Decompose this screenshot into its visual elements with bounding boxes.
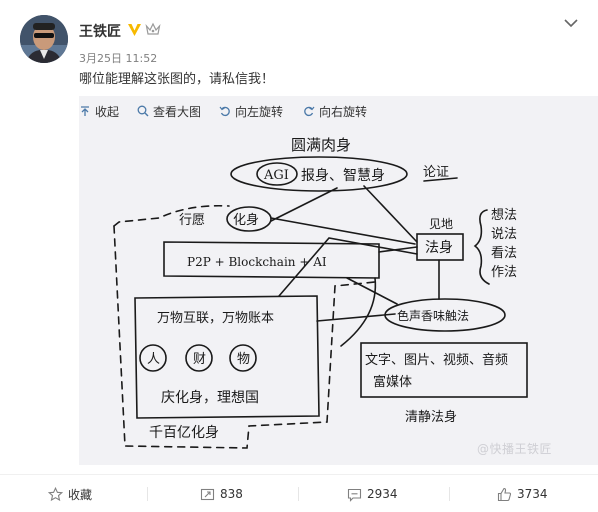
star-icon xyxy=(48,486,63,501)
favorite-button[interactable]: 收藏 xyxy=(48,475,92,512)
comment-count: 2934 xyxy=(367,487,398,501)
repost-button[interactable]: 838 xyxy=(200,475,243,512)
sketch-media: 文字、图片、视频、音频 xyxy=(365,352,508,368)
comment-icon xyxy=(347,488,362,502)
sketch-media-2: 富媒体 xyxy=(373,374,412,390)
sketch-wu: 物 xyxy=(237,352,250,367)
search-icon xyxy=(137,105,149,117)
sketch-cai: 财 xyxy=(193,352,206,367)
sketch-list-3: 看法 xyxy=(491,245,517,261)
sketch-p2p: P2P + Blockchain + AI xyxy=(187,255,327,269)
sketch-qianbai: 千百亿化身 xyxy=(149,425,219,441)
rotate-right-icon xyxy=(304,106,315,117)
sketch-wanwu: 万物互联，万物账本 xyxy=(157,311,274,326)
verified-badge-icon xyxy=(128,24,141,36)
rotate-left-button[interactable]: 向左旋转 xyxy=(219,96,283,126)
rotate-right-button[interactable]: 向右旋转 xyxy=(303,96,367,126)
rotate-right-label: 向右旋转 xyxy=(319,104,368,119)
divider xyxy=(298,487,299,501)
post-text: 哪位能理解这张图的，请私信我！ xyxy=(79,72,275,87)
sketch-xingyin: 行愿 xyxy=(179,213,205,228)
sketch-top-title: 圆满肉身 xyxy=(291,136,351,154)
sketch-agi: AGI xyxy=(263,168,289,183)
view-large-label: 查看大图 xyxy=(153,104,202,119)
repost-icon xyxy=(200,488,215,500)
chevron-down-icon[interactable] xyxy=(562,14,580,32)
sketch-qingjing: 清静法身 xyxy=(405,409,457,425)
comment-button[interactable]: 2934 xyxy=(347,475,398,512)
weibo-post: 王铁匠 3月25日 11:52 哪位能理解这张图的，请私信我！ 收起 查看大图 xyxy=(0,0,598,512)
sketch-ideal: 庆化身，理想国 xyxy=(161,390,259,406)
collapse-icon xyxy=(81,106,89,116)
media-toolbar: 收起 查看大图 向左旋转 向右旋转 xyxy=(79,96,598,126)
sketch-fashen: 法身 xyxy=(425,240,453,256)
view-large-button[interactable]: 查看大图 xyxy=(137,96,201,126)
sketch-huashen: 化身 xyxy=(233,212,259,228)
action-bar: 收藏 838 2934 3734 xyxy=(0,474,598,512)
divider xyxy=(147,487,148,501)
sketch-list-2: 说法 xyxy=(491,227,517,242)
post-time[interactable]: 3月25日 11:52 xyxy=(79,50,157,66)
collapse-label: 收起 xyxy=(95,104,120,119)
sketch-verify: 论证 xyxy=(423,165,449,180)
rotate-left-label: 向左旋转 xyxy=(235,104,284,119)
username[interactable]: 王铁匠 xyxy=(79,21,121,41)
rotate-left-icon xyxy=(219,106,230,117)
divider xyxy=(449,487,450,501)
avatar[interactable] xyxy=(20,15,68,63)
like-count: 3734 xyxy=(517,487,548,501)
post-image[interactable]: 圆满肉身 AGI 报身、智慧身 论证 行愿 化身 P2P + Blockchai… xyxy=(79,126,598,465)
repost-count: 838 xyxy=(220,487,243,501)
thumbs-up-icon xyxy=(497,487,512,501)
watermark: @快播王铁匠 xyxy=(477,442,553,456)
like-button[interactable]: 3734 xyxy=(497,475,548,512)
sketch-list-1: 想法 xyxy=(491,207,517,223)
sketch-agi-right: 报身、智慧身 xyxy=(301,168,385,184)
sketch-color-sound: 色声香味触法 xyxy=(397,309,469,323)
sketch-jiandi: 见地 xyxy=(429,217,453,231)
collapse-button[interactable]: 收起 xyxy=(79,96,119,126)
sketch-list-4: 作法 xyxy=(491,265,517,280)
crown-icon[interactable] xyxy=(145,22,161,36)
sketch-ren: 人 xyxy=(147,352,160,367)
sketch-diagram: 圆满肉身 AGI 报身、智慧身 论证 行愿 化身 P2P + Blockchai… xyxy=(113,136,528,449)
favorite-label: 收藏 xyxy=(68,487,93,502)
